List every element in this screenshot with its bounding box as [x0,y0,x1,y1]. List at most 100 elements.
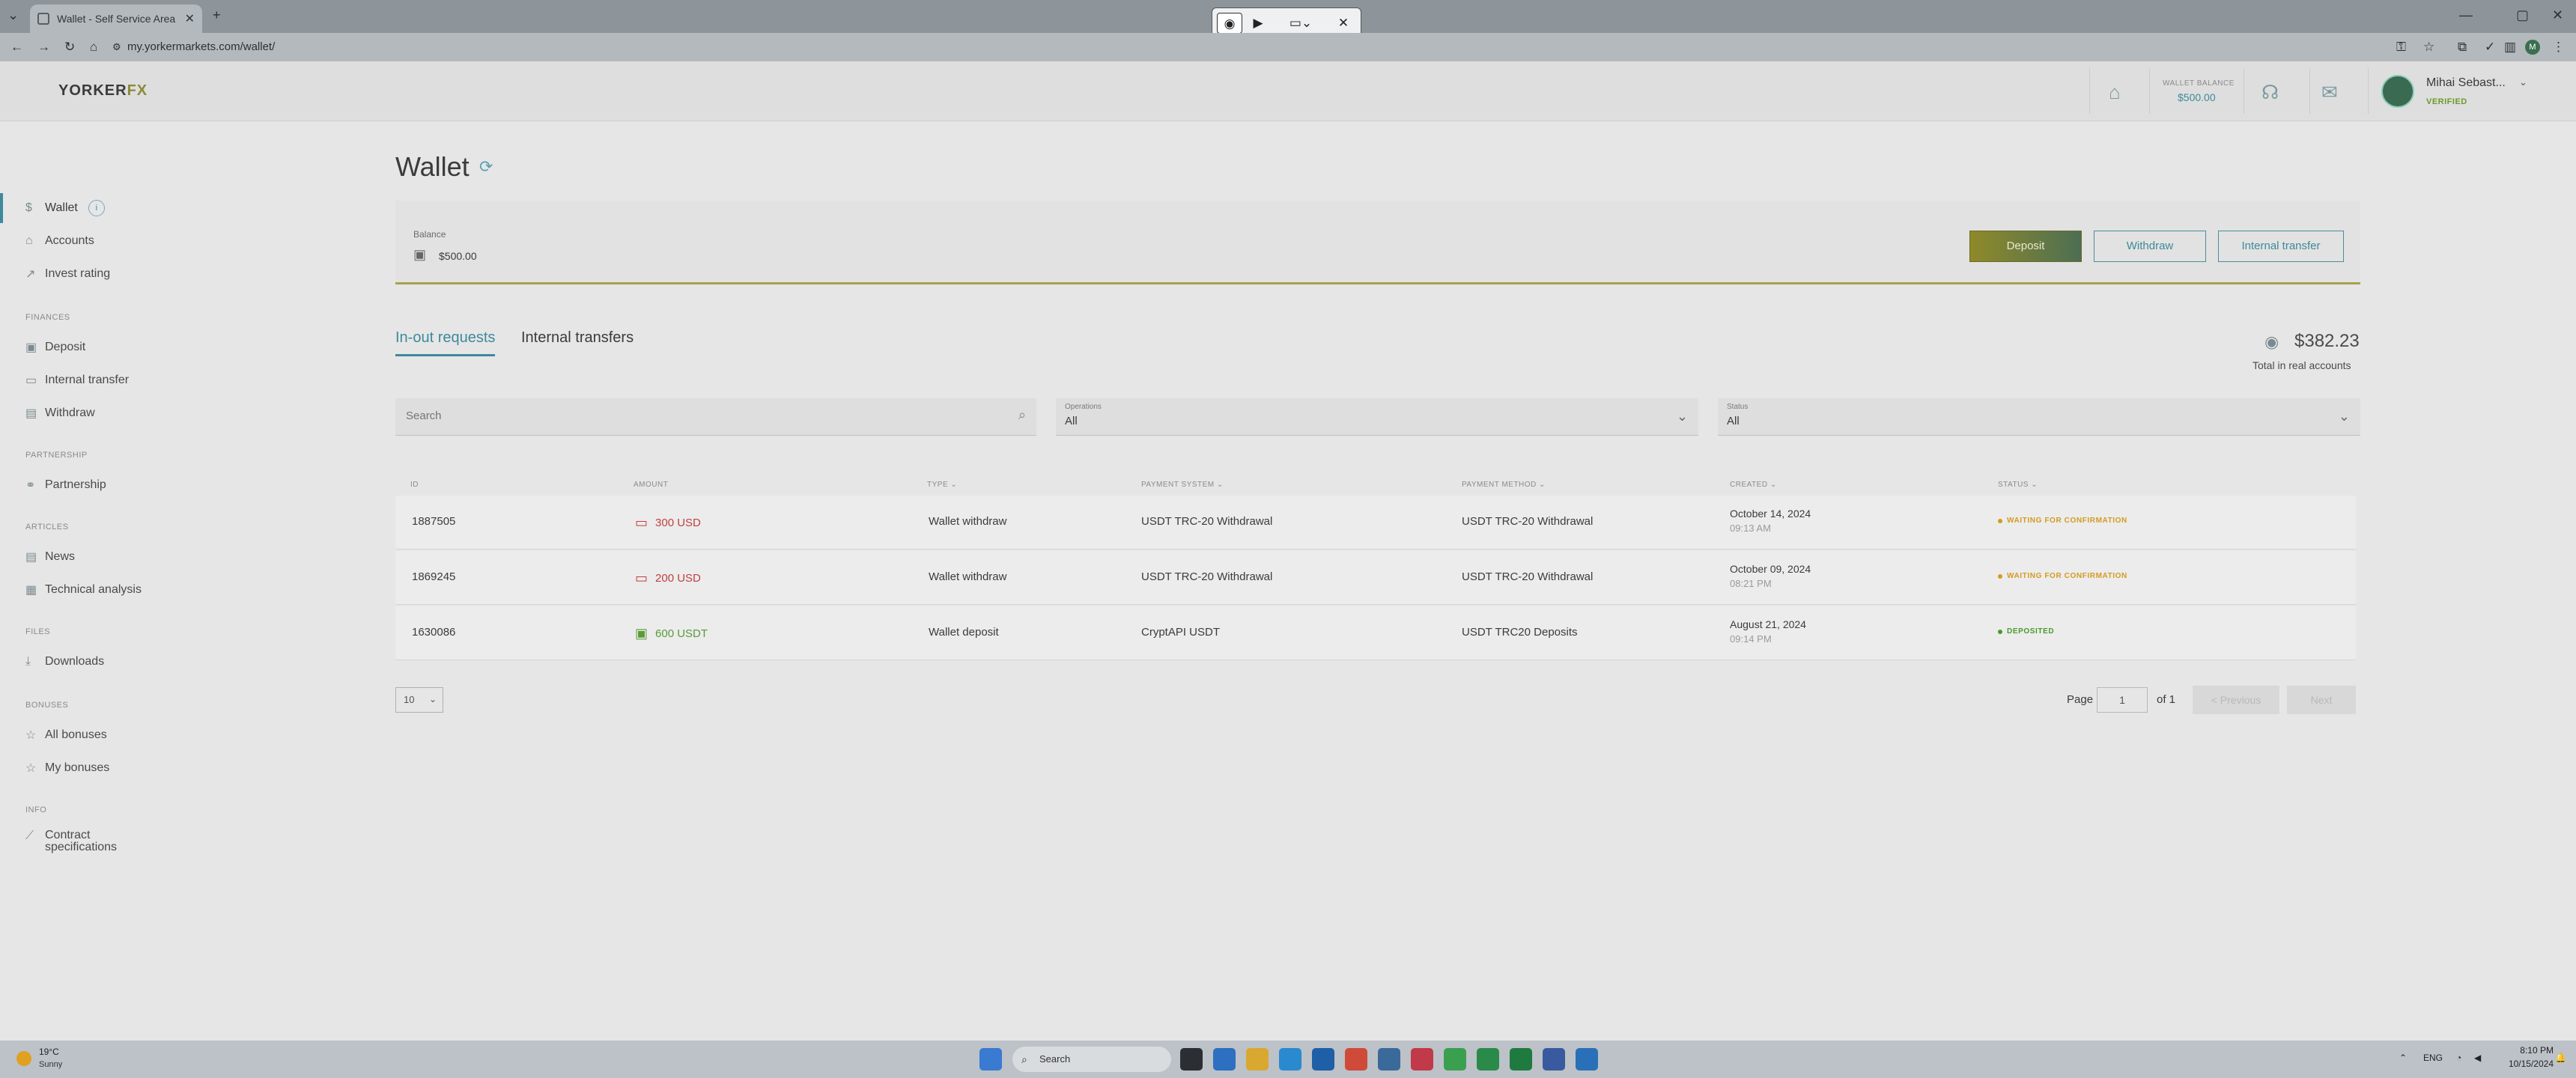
internal-transfer-button[interactable]: Internal transfer [2218,231,2344,262]
clock-time[interactable]: 8:10 PM [2509,1045,2554,1056]
wifi-icon[interactable]: ◔ [2456,1053,2461,1063]
back-icon[interactable]: ← [10,40,23,55]
extensions-icon[interactable]: ⧉ [2458,40,2467,55]
search-field[interactable]: ⌕ [395,398,1036,436]
withdraw-button[interactable]: Withdraw [2094,231,2206,262]
whatsapp-icon[interactable] [1477,1048,1499,1071]
deposit-button[interactable]: Deposit [1969,231,2082,262]
sidebar-item-downloads[interactable]: ⤓ Downloads [0,647,247,677]
user-name[interactable]: Mihai Sebast... [2426,76,2506,90]
status-select[interactable]: Status All ⌄ [1718,398,2360,436]
app-red-icon[interactable] [1411,1048,1433,1071]
home-icon[interactable]: ⌂ [2109,81,2121,104]
browser-menu-icon[interactable]: ⋮ [2552,40,2565,55]
browser-tab[interactable]: Wallet - Self Service Area | Yor ✕ [30,4,202,33]
copilot-icon[interactable] [1213,1048,1236,1071]
sidebar-item-my-bonuses[interactable]: ☆ My bonuses [0,753,247,783]
sidebar-item-internal-transfer[interactable]: ▭ Internal transfer [0,365,247,395]
weather-condition[interactable]: Sunny [39,1060,62,1069]
wallet-balance-value[interactable]: $500.00 [2178,91,2216,103]
header-type[interactable]: TYPE ⌄ [927,481,957,489]
profile-avatar-icon[interactable]: M [2525,40,2540,55]
weather-sun-icon[interactable] [16,1051,31,1066]
language-indicator[interactable]: ENG [2423,1053,2443,1063]
mail-icon[interactable]: ✉ [2321,81,2338,104]
refresh-icon[interactable]: ⟳ [479,157,493,177]
excel-icon[interactable] [1510,1048,1532,1071]
sidebar-item-news[interactable]: ▤ News [0,542,247,572]
chevron-down-icon[interactable]: ⌄ [2519,76,2527,88]
operations-select[interactable]: Operations All ⌄ [1056,398,1698,436]
previous-page-button[interactable]: < Previous [2193,686,2279,714]
next-page-button[interactable]: Next [2287,686,2356,714]
tab-internal-transfers[interactable]: Internal transfers [521,329,634,347]
minimize-icon[interactable]: — [2459,7,2473,23]
table-row[interactable]: 1630086 ▣ 600 USDT Wallet deposit CryptAP… [395,606,2356,660]
header-payment-system[interactable]: PAYMENT SYSTEM ⌄ [1141,481,1224,489]
sidebar-item-all-bonuses[interactable]: ☆ All bonuses [0,720,247,750]
edge-icon[interactable] [1279,1048,1301,1071]
search-icon[interactable]: ⌕ [1018,407,1026,423]
task-view-icon[interactable] [1180,1048,1203,1071]
table-row[interactable]: 1887505 ▭ 300 USD Wallet withdraw USDT TR… [395,496,2356,549]
app-window-icon[interactable] [1576,1048,1598,1071]
status-badge: WAITING FOR CONFIRMATION [1998,517,2127,525]
capture-shape-icon[interactable]: ▭⌄ [1284,13,1317,34]
sidebar-item-partnership[interactable]: ⚭ Partnership [0,470,247,500]
brand-logo[interactable]: YORKERFX [58,82,148,100]
header-created[interactable]: CREATED ⌄ [1730,481,1777,489]
sidebar-item-deposit[interactable]: ▣ Deposit [0,332,247,362]
capture-close-icon[interactable]: ✕ [1331,13,1356,34]
screenshot-mode-icon[interactable]: ◉ [1217,13,1242,34]
sidebar-item-withdraw[interactable]: ▤ Withdraw [0,398,247,428]
user-avatar[interactable] [2381,75,2414,108]
table-row[interactable]: 1869245 ▭ 200 USD Wallet withdraw USDT TR… [395,551,2356,605]
balance-card: Balance ▣ $500.00 Deposit Withdraw Inter… [395,201,2360,284]
per-page-select[interactable]: 10 ⌄ [395,687,443,713]
app-blue-icon[interactable] [1543,1048,1565,1071]
page-number-input[interactable]: 1 [2097,687,2148,713]
store-icon[interactable] [1312,1048,1334,1071]
site-info-icon[interactable]: ⚙ [112,41,121,53]
drive-icon[interactable] [1444,1048,1466,1071]
withdraw-icon: ▭ [635,515,648,530]
sidebar-item-technical-analysis[interactable]: ▦ Technical analysis [0,575,247,605]
tab-list-icon[interactable]: ⌄ [7,7,19,23]
file-explorer-icon[interactable] [1246,1048,1269,1071]
sidebar-item-invest-rating[interactable]: ↗ Invest rating [0,259,247,289]
support-icon[interactable]: ☊ [2261,81,2279,104]
sidebar-item-accounts[interactable]: ⌂ Accounts [0,226,247,256]
eye-icon[interactable]: ◉ [2264,332,2279,352]
split-screen-icon[interactable]: ▥ [2504,40,2516,55]
search-input[interactable] [404,409,988,423]
home-icon[interactable]: ⌂ [90,40,97,55]
video-mode-icon[interactable]: ▶ [1245,13,1271,34]
tab-close-icon[interactable]: ✕ [185,11,195,26]
weather-temp[interactable]: 19°C [39,1047,59,1057]
chrome-icon[interactable] [1345,1048,1367,1071]
clock-date[interactable]: 10/15/2024 [2501,1059,2554,1069]
maximize-icon[interactable]: ▢ [2516,7,2529,23]
url-field[interactable]: my.yorkermarkets.com/wallet/ [127,40,275,53]
row-payment-method: USDT TRC20 Deposits [1462,626,1578,639]
tab-in-out-requests[interactable]: In-out requests [395,329,496,356]
reload-icon[interactable]: ↻ [64,40,75,55]
forward-icon[interactable]: → [37,40,50,55]
window-close-icon[interactable]: ✕ [2552,7,2563,23]
windows-start-icon[interactable] [979,1048,1002,1071]
header-status[interactable]: STATUS ⌄ [1998,481,2038,489]
sidebar-item-contract-specifications[interactable]: ⟋ Contract specifications [0,825,247,862]
taskbar-search[interactable]: ⌕ Search [1012,1047,1171,1072]
sidebar-item-wallet[interactable]: $ Wallet i [0,193,247,223]
wallet-out-icon: ▤ [25,407,37,420]
password-key-icon[interactable]: ⚿ [2396,40,2406,55]
calculator-icon[interactable] [1378,1048,1400,1071]
notification-bell-icon[interactable]: 🔔 [2555,1053,2566,1063]
bookmark-star-icon[interactable]: ☆ [2423,40,2434,55]
volume-icon[interactable]: ◀ [2474,1053,2481,1063]
new-tab-icon[interactable]: + [213,7,221,23]
row-id: 1630086 [412,626,456,639]
header-payment-method[interactable]: PAYMENT METHOD ⌄ [1462,481,1546,489]
collections-icon[interactable]: ✓ [2485,40,2495,55]
tray-chevron-up-icon[interactable]: ⌃ [2399,1053,2407,1063]
